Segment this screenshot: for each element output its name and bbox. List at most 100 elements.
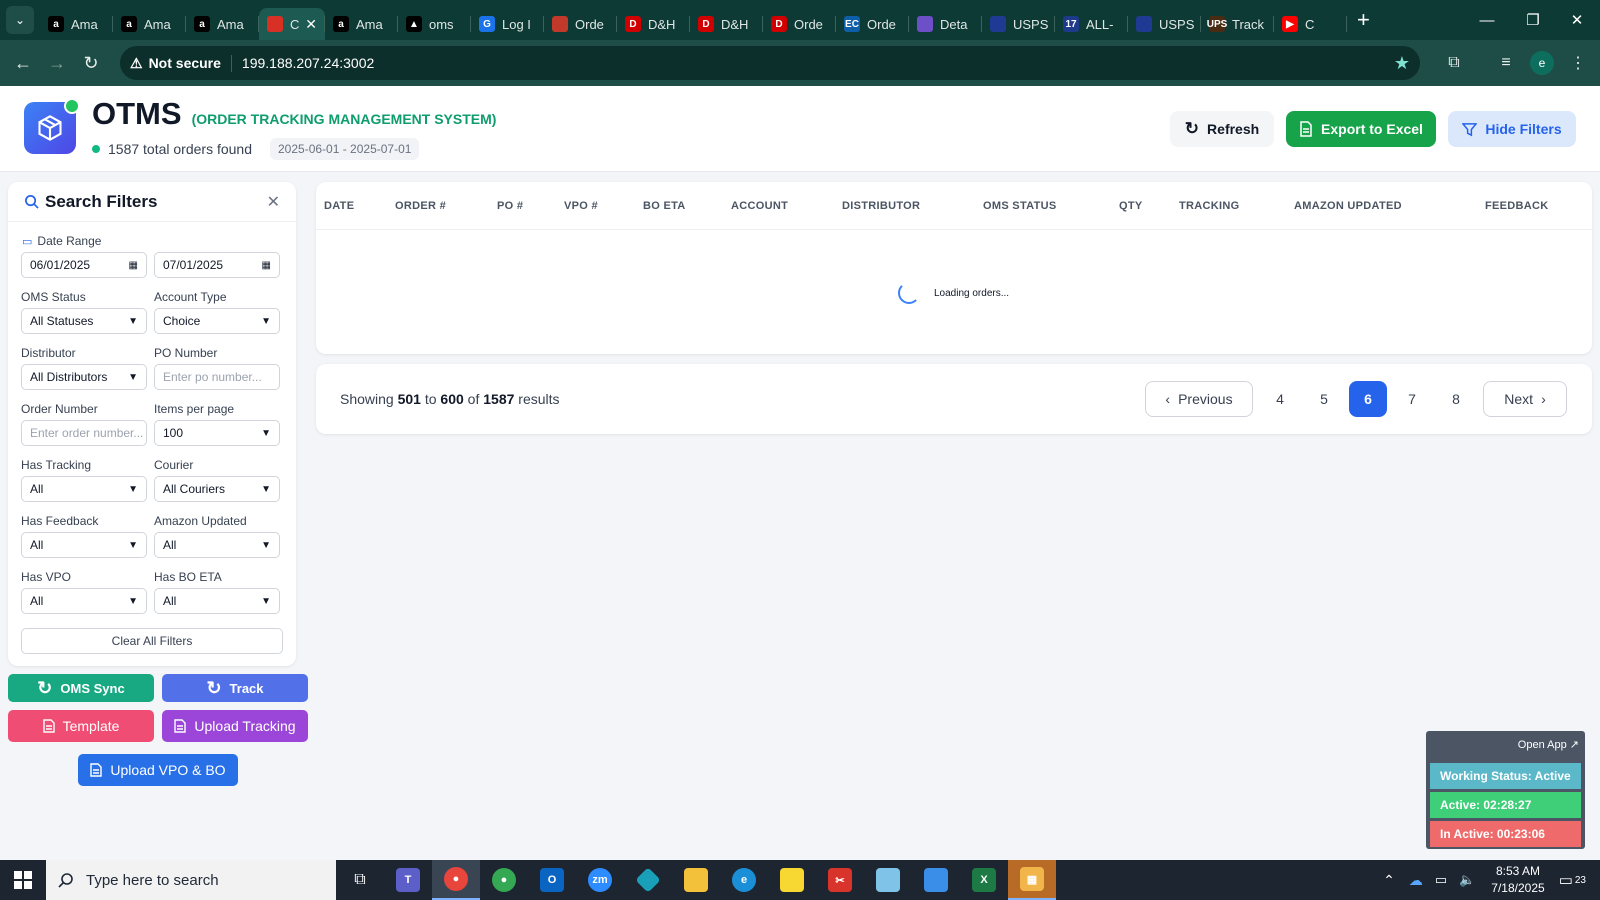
close-window-icon[interactable]: ✕ bbox=[1554, 0, 1600, 40]
browser-tab[interactable]: Orde bbox=[544, 8, 617, 40]
media-controls-icon[interactable]: ≡ bbox=[1488, 40, 1524, 86]
new-tab-icon[interactable]: + bbox=[1357, 7, 1370, 33]
oms-sync-button[interactable]: ↻ OMS Sync bbox=[8, 674, 154, 702]
minimize-icon[interactable]: — bbox=[1464, 0, 1510, 40]
browser-tab[interactable]: a Ama bbox=[40, 8, 113, 40]
column-header-feedback[interactable]: FEEDBACK bbox=[1485, 200, 1549, 212]
column-header-oms-status[interactable]: OMS STATUS bbox=[983, 200, 1056, 212]
browser-tab[interactable]: a Ama bbox=[325, 8, 398, 40]
browser-tab[interactable]: Deta bbox=[909, 8, 982, 40]
items-per-page-select[interactable]: 100 ▼ bbox=[154, 420, 280, 446]
url-bar[interactable]: ⚠ Not secure 199.188.207.24:3002 ★ bbox=[120, 46, 1420, 80]
calendar-picker-icon[interactable]: ▦ bbox=[129, 260, 138, 271]
browser-tab[interactable]: D D&H bbox=[617, 8, 690, 40]
browser-tab[interactable]: USPS bbox=[982, 8, 1055, 40]
column-header-account[interactable]: ACCOUNT bbox=[731, 200, 788, 212]
store-icon[interactable]: ▦ bbox=[1008, 860, 1056, 900]
distributor-select[interactable]: All Distributors ▼ bbox=[21, 364, 147, 390]
close-filters-icon[interactable]: ✕ bbox=[267, 192, 280, 212]
notification-center-icon[interactable]: ▭ 23 bbox=[1559, 871, 1586, 889]
browser-tab[interactable]: a Ama bbox=[113, 8, 186, 40]
browser-tab[interactable]: a Ama bbox=[186, 8, 259, 40]
taskbar-search[interactable]: Type here to search bbox=[46, 860, 336, 900]
browser-tab[interactable]: C ✕ bbox=[259, 8, 325, 40]
browser-tab[interactable]: D Orde bbox=[763, 8, 836, 40]
zoom-icon[interactable]: zm bbox=[576, 860, 624, 900]
oms-status-select[interactable]: All Statuses ▼ bbox=[21, 308, 147, 334]
chrome-icon[interactable]: ● bbox=[432, 860, 480, 900]
upload-vpo-bo-button[interactable]: Upload VPO & BO bbox=[78, 754, 238, 786]
back-icon[interactable]: ← bbox=[6, 46, 40, 80]
windows-start-icon[interactable] bbox=[0, 860, 46, 900]
snipping-tool-icon[interactable]: ✂ bbox=[816, 860, 864, 900]
browser-tab[interactable]: ▶ C bbox=[1274, 8, 1347, 40]
page-button-current[interactable]: 6 bbox=[1349, 381, 1387, 417]
previous-page-button[interactable]: ‹ Previous bbox=[1145, 381, 1253, 417]
browser-menu-icon[interactable]: ⋮ bbox=[1560, 40, 1596, 86]
track-button[interactable]: ↻ Track bbox=[162, 674, 308, 702]
date-to-input[interactable]: 07/01/2025 ▦ bbox=[154, 252, 280, 278]
account-type-select[interactable]: Choice ▼ bbox=[154, 308, 280, 334]
browser-tab[interactable]: 17 ALL- bbox=[1055, 8, 1128, 40]
tab-search-icon[interactable]: ⌄ bbox=[6, 6, 34, 34]
column-header-tracking[interactable]: TRACKING bbox=[1179, 200, 1239, 212]
page-button[interactable]: 5 bbox=[1305, 381, 1343, 417]
photos-icon[interactable] bbox=[912, 860, 960, 900]
next-page-button[interactable]: Next › bbox=[1483, 381, 1567, 417]
browser-tab[interactable]: D D&H bbox=[690, 8, 763, 40]
outlook-icon[interactable]: O bbox=[528, 860, 576, 900]
tray-chevron-up-icon[interactable]: ⌃ bbox=[1383, 872, 1395, 889]
open-app-link[interactable]: Open App ↗ bbox=[1518, 738, 1579, 751]
has-tracking-select[interactable]: All ▼ bbox=[21, 476, 147, 502]
has-vpo-select[interactable]: All ▼ bbox=[21, 588, 147, 614]
bookmark-star-icon[interactable]: ★ bbox=[1394, 53, 1410, 74]
page-button[interactable]: 7 bbox=[1393, 381, 1431, 417]
page-button[interactable]: 8 bbox=[1437, 381, 1475, 417]
reload-icon[interactable]: ↻ bbox=[74, 46, 108, 80]
app-diamond-icon[interactable] bbox=[624, 860, 672, 900]
has-feedback-select[interactable]: All ▼ bbox=[21, 532, 147, 558]
calendar-picker-icon[interactable]: ▦ bbox=[262, 260, 271, 271]
has-bo-eta-select[interactable]: All ▼ bbox=[154, 588, 280, 614]
onedrive-icon[interactable]: ☁ bbox=[1409, 872, 1423, 889]
network-icon[interactable]: ▭ bbox=[1435, 872, 1447, 888]
browser-tab[interactable]: USPS bbox=[1128, 8, 1201, 40]
volume-icon[interactable]: 🔈 bbox=[1459, 872, 1475, 888]
column-header-amazon-updated[interactable]: AMAZON UPDATED bbox=[1294, 200, 1402, 212]
profile-avatar[interactable]: e bbox=[1524, 40, 1560, 86]
chrome-profile-icon[interactable]: ● bbox=[480, 860, 528, 900]
column-header-order[interactable]: ORDER # bbox=[395, 200, 446, 212]
clock[interactable]: 8:53 AM 7/18/2025 bbox=[1491, 863, 1544, 897]
courier-select[interactable]: All Couriers ▼ bbox=[154, 476, 280, 502]
edge-icon[interactable]: e bbox=[720, 860, 768, 900]
security-indicator[interactable]: ⚠ Not secure bbox=[130, 54, 232, 72]
upload-tracking-button[interactable]: Upload Tracking bbox=[162, 710, 308, 742]
column-header-po[interactable]: PO # bbox=[497, 200, 523, 212]
excel-icon[interactable]: X bbox=[960, 860, 1008, 900]
template-button[interactable]: Template bbox=[8, 710, 154, 742]
browser-tab[interactable]: ▲ oms bbox=[398, 8, 471, 40]
close-tab-icon[interactable]: ✕ bbox=[305, 16, 317, 33]
task-view-icon[interactable]: ⧉ bbox=[336, 860, 384, 900]
forward-icon[interactable]: → bbox=[40, 46, 74, 80]
hide-filters-button[interactable]: Hide Filters bbox=[1448, 111, 1576, 147]
file-explorer-icon[interactable] bbox=[672, 860, 720, 900]
extensions-icon[interactable]: ⧉ bbox=[1436, 40, 1472, 86]
notepad-icon[interactable] bbox=[864, 860, 912, 900]
amazon-updated-select[interactable]: All ▼ bbox=[154, 532, 280, 558]
export-excel-button[interactable]: Export to Excel bbox=[1286, 111, 1436, 147]
column-header-date[interactable]: DATE bbox=[324, 200, 354, 212]
column-header-vpo[interactable]: VPO # bbox=[564, 200, 598, 212]
browser-tab[interactable]: G Log I bbox=[471, 8, 544, 40]
browser-tab[interactable]: UPS Track bbox=[1201, 8, 1274, 40]
date-from-input[interactable]: 06/01/2025 ▦ bbox=[21, 252, 147, 278]
page-button[interactable]: 4 bbox=[1261, 381, 1299, 417]
restore-icon[interactable]: ❐ bbox=[1510, 0, 1556, 40]
clear-filters-button[interactable]: Clear All Filters bbox=[21, 628, 283, 654]
order-number-input[interactable]: Enter order number... bbox=[21, 420, 147, 446]
teams-icon[interactable]: T bbox=[384, 860, 432, 900]
refresh-button[interactable]: ↻ Refresh bbox=[1170, 111, 1274, 147]
po-number-input[interactable]: Enter po number... bbox=[154, 364, 280, 390]
column-header-bo-eta[interactable]: BO ETA bbox=[643, 200, 686, 212]
sticky-notes-icon[interactable] bbox=[768, 860, 816, 900]
